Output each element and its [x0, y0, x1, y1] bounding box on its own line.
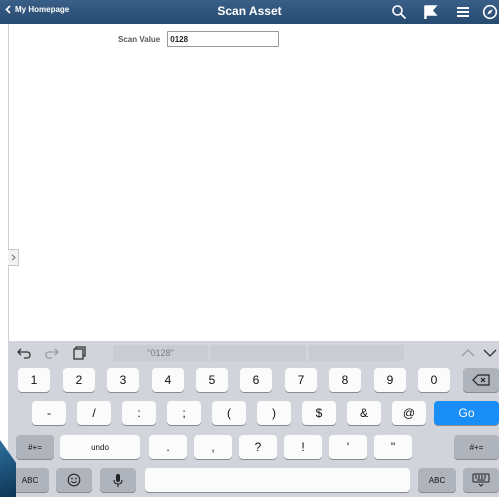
scan-value-label: Scan Value	[118, 34, 161, 44]
scan-value-row: Scan Value	[118, 31, 280, 47]
key-1[interactable]: 1	[18, 368, 50, 392]
back-button[interactable]: My Homepage	[5, 5, 69, 14]
search-icon[interactable]	[391, 4, 407, 20]
key-at[interactable]: @	[392, 401, 426, 425]
more-symbols-key-left[interactable]: #+=	[16, 435, 54, 459]
header-bar: My Homepage Scan Asset	[0, 0, 499, 24]
abc-key-right[interactable]: ABC	[418, 468, 456, 492]
key-colon[interactable]: :	[122, 401, 156, 425]
redo-icon[interactable]	[44, 345, 60, 361]
side-panel-toggle[interactable]	[8, 249, 19, 266]
keyboard-dismiss-key[interactable]	[463, 468, 499, 492]
key-comma[interactable]: ,	[194, 435, 232, 459]
emoji-icon	[67, 473, 81, 487]
key-6[interactable]: 6	[240, 368, 272, 392]
key-dollar[interactable]: $	[302, 401, 336, 425]
more-symbols-key-right[interactable]: #+=	[454, 435, 499, 459]
key-7[interactable]: 7	[285, 368, 317, 392]
paste-icon[interactable]	[71, 345, 87, 361]
keyboard-dismiss-icon	[472, 473, 490, 487]
key-ampersand[interactable]: &	[347, 401, 381, 425]
chevron-right-icon	[11, 254, 16, 261]
suggestion-3[interactable]	[309, 345, 404, 361]
suggestion-1[interactable]: "0128"	[113, 345, 208, 361]
device-screen: My Homepage Scan Asset Scan Value 0128 "…	[0, 0, 499, 497]
undo-icon[interactable]	[16, 345, 32, 361]
key-4[interactable]: 4	[152, 368, 184, 392]
key-2[interactable]: 2	[63, 368, 95, 392]
flag-icon[interactable]	[422, 4, 438, 20]
microphone-icon	[113, 473, 123, 487]
key-5[interactable]: 5	[196, 368, 228, 392]
suggestion-2[interactable]	[211, 345, 306, 361]
compass-icon[interactable]	[482, 4, 498, 20]
dictation-key[interactable]	[100, 468, 136, 492]
content-edge	[8, 24, 9, 341]
menu-icon[interactable]	[455, 4, 471, 20]
key-9[interactable]: 9	[374, 368, 406, 392]
chevron-up-icon[interactable]	[460, 345, 476, 361]
backspace-key[interactable]	[463, 368, 499, 392]
backspace-icon	[472, 374, 490, 386]
undo-key[interactable]: undo	[60, 435, 140, 459]
chevron-left-icon	[5, 5, 11, 14]
back-label: My Homepage	[15, 5, 70, 14]
key-exclamation[interactable]: !	[284, 435, 322, 459]
space-key[interactable]	[145, 468, 410, 492]
key-8[interactable]: 8	[329, 368, 361, 392]
key-3[interactable]: 3	[107, 368, 139, 392]
key-question[interactable]: ?	[239, 435, 277, 459]
keyboard-toolbar: "0128"	[8, 341, 499, 365]
key-semicolon[interactable]: ;	[167, 401, 201, 425]
abc-key-left[interactable]: ABC	[11, 468, 49, 492]
key-open-paren[interactable]: (	[212, 401, 246, 425]
scan-value-input[interactable]	[167, 31, 280, 47]
key-slash[interactable]: /	[77, 401, 111, 425]
key-quote[interactable]: "	[374, 435, 412, 459]
key-apostrophe[interactable]: '	[329, 435, 367, 459]
key-hyphen[interactable]: -	[32, 401, 66, 425]
emoji-key[interactable]	[56, 468, 92, 492]
chevron-down-icon[interactable]	[482, 345, 498, 361]
key-close-paren[interactable]: )	[257, 401, 291, 425]
key-period[interactable]: .	[149, 435, 187, 459]
onscreen-keyboard: "0128" 1 2 3 4 5 6 7 8 9 0 - / : ; ( ) $…	[8, 341, 499, 497]
key-0[interactable]: 0	[418, 368, 450, 392]
go-key[interactable]: Go	[434, 401, 499, 425]
